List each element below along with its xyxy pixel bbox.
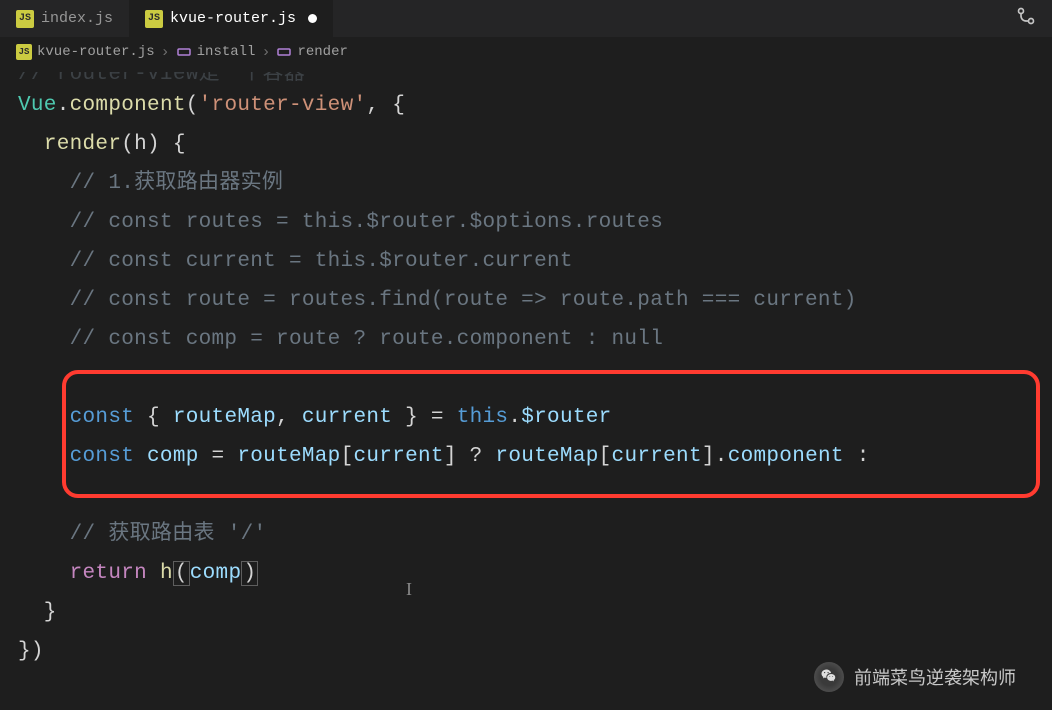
code-line: render(h) { [18, 125, 1052, 164]
code-line: Vue.component('router-view', { [18, 86, 1052, 125]
code-line: } [18, 593, 1052, 632]
js-file-icon: JS [16, 10, 34, 28]
chevron-right-icon: › [261, 44, 270, 61]
code-line: const comp = routeMap[current] ? routeMa… [18, 437, 1052, 476]
code-line: // const current = this.$router.current [18, 242, 1052, 281]
editor-area[interactable]: // router-view是一个容器 Vue.component('route… [0, 66, 1052, 671]
code-line [18, 476, 1052, 515]
code-line: const { routeMap, current } = this.$rout… [18, 398, 1052, 437]
code-line: // router-view是一个容器 [18, 72, 1052, 86]
tabs-bar: JS index.js JS kvue-router.js [0, 0, 1052, 38]
watermark-text: 前端菜鸟逆袭架构师 [854, 664, 1016, 690]
breadcrumb-file[interactable]: JS kvue-router.js [16, 44, 155, 60]
code-line: // const route = routes.find(route => ro… [18, 281, 1052, 320]
watermark: 前端菜鸟逆袭架构师 [814, 662, 1016, 692]
js-file-icon: JS [16, 44, 32, 60]
tab-kvue-router-js[interactable]: JS kvue-router.js [129, 0, 333, 38]
code-line [18, 359, 1052, 398]
chevron-right-icon: › [161, 44, 170, 61]
breadcrumb-render[interactable]: render [276, 44, 347, 60]
breadcrumb-install[interactable]: install [176, 44, 256, 60]
code-line: // const routes = this.$router.$options.… [18, 203, 1052, 242]
wechat-icon [814, 662, 844, 692]
code-line: // 1.获取路由器实例 [18, 164, 1052, 203]
tab-label: kvue-router.js [170, 10, 296, 27]
code-line: // const comp = route ? route.component … [18, 320, 1052, 359]
code-line: // 获取路由表 '/' [18, 515, 1052, 554]
method-icon [176, 44, 192, 60]
method-icon [276, 44, 292, 60]
text-cursor-icon: I [406, 570, 412, 609]
tab-label: index.js [41, 10, 113, 27]
code-line: return h(comp) [18, 554, 1052, 593]
js-file-icon: JS [145, 10, 163, 28]
source-control-icon[interactable] [1016, 6, 1036, 31]
breadcrumb: JS kvue-router.js › install › render [0, 38, 1052, 66]
modified-indicator-icon [308, 14, 317, 23]
tab-index-js[interactable]: JS index.js [0, 0, 129, 38]
